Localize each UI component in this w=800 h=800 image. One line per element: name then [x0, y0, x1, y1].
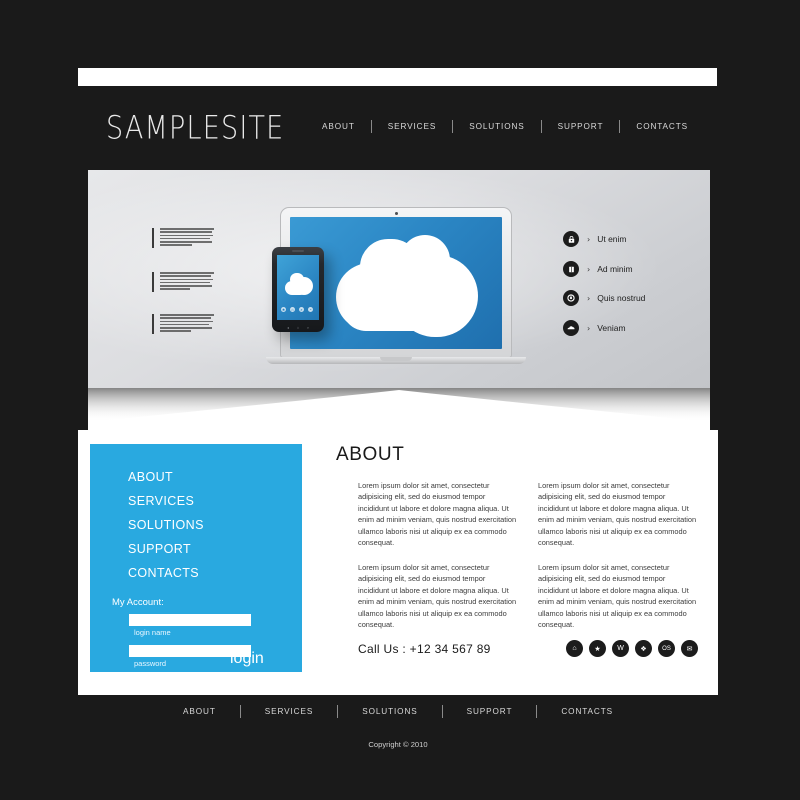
sidebar-item-about[interactable]: ABOUT	[128, 470, 204, 484]
chevron-right-icon: ›	[587, 323, 591, 333]
login-button[interactable]: login	[230, 650, 264, 668]
chevron-right-icon: ›	[587, 234, 591, 244]
site-header: SAMPLESITE ABOUT SERVICES SOLUTIONS SUPP…	[78, 100, 718, 162]
call-us-row: Call Us : +12 34 567 89 ⌂ ★ W ❖ OS ✉	[358, 640, 698, 657]
social-icon-list: ⌂ ★ W ❖ OS ✉	[566, 640, 698, 657]
phone-app-search-icon: ⌕	[299, 307, 304, 312]
login-name-input[interactable]	[129, 614, 251, 626]
hero-note-block	[152, 314, 214, 334]
phone-app-star-icon: ★	[281, 307, 286, 312]
hero-feature-label: Ut enim	[597, 234, 627, 244]
call-us-text: Call Us : +12 34 567 89	[358, 641, 491, 656]
sidebar-item-contacts[interactable]: CONTACTS	[128, 566, 204, 580]
hero-feature-row[interactable]: › Ad minim	[563, 261, 633, 277]
phone-app-clock-icon: ◔	[308, 307, 313, 312]
login-name-hint-label: login name	[134, 628, 171, 637]
chevron-right-icon: ›	[587, 293, 591, 303]
site-logo[interactable]: SAMPLESITE	[106, 110, 284, 147]
header-navigation: ABOUT SERVICES SOLUTIONS SUPPORT CONTACT…	[306, 120, 704, 133]
footer-nav-item-solutions[interactable]: SOLUTIONS	[338, 707, 441, 716]
hero-feature-label: Ad minim	[597, 264, 633, 274]
sidebar: ABOUT SERVICES SOLUTIONS SUPPORT CONTACT…	[90, 444, 302, 672]
header-nav-item-about[interactable]: ABOUT	[306, 122, 371, 131]
footer-navigation: ABOUT SERVICES SOLUTIONS SUPPORT CONTACT…	[78, 705, 718, 718]
hero-drop-shadow	[88, 388, 710, 430]
about-paragraph: Lorem ipsum dolor sit amet, consectetur …	[538, 562, 697, 630]
chevron-right-icon: ›	[587, 264, 591, 274]
about-paragraph: Lorem ipsum dolor sit amet, consectetur …	[358, 481, 517, 548]
phone-home-button-icon: ⌂	[296, 324, 300, 330]
hero-note-block	[152, 228, 214, 248]
os-icon[interactable]: OS	[658, 640, 675, 657]
sidebar-navigation: ABOUT SERVICES SOLUTIONS SUPPORT CONTACT…	[128, 470, 204, 590]
clock-icon	[563, 290, 579, 306]
phone-menu-button-icon: ⌕	[306, 324, 310, 330]
hero-feature-row[interactable]: › Veniam	[563, 320, 626, 336]
content-area: ABOUT SERVICES SOLUTIONS SUPPORT CONTACT…	[78, 430, 718, 695]
header-nav-item-contacts[interactable]: CONTACTS	[620, 122, 704, 131]
sidebar-item-services[interactable]: SERVICES	[128, 494, 204, 508]
phone-back-button-icon: ◂	[286, 324, 289, 330]
header-nav-item-support[interactable]: SUPPORT	[542, 122, 620, 131]
laptop-camera-icon	[394, 212, 398, 215]
page-root: SAMPLESITE ABOUT SERVICES SOLUTIONS SUPP…	[0, 0, 800, 800]
about-paragraph: Lorem ipsum dolor sit amet, consectetur …	[538, 481, 697, 548]
footer-nav-item-services[interactable]: SERVICES	[241, 707, 337, 716]
phone-app-home-icon: ⌂	[290, 307, 295, 312]
header-nav-item-solutions[interactable]: SOLUTIONS	[453, 122, 540, 131]
phone-screen: ★ ⌂ ⌕ ◔	[277, 255, 319, 320]
header-nav-item-services[interactable]: SERVICES	[372, 122, 452, 131]
sidebar-item-solutions[interactable]: SOLUTIONS	[128, 518, 204, 532]
site-footer: ABOUT SERVICES SOLUTIONS SUPPORT CONTACT…	[78, 705, 718, 749]
footer-nav-item-about[interactable]: ABOUT	[159, 707, 240, 716]
lock-icon	[563, 231, 579, 247]
star-icon[interactable]: ★	[589, 640, 606, 657]
cloud-icon	[563, 320, 579, 336]
hero-feature-row[interactable]: › Ut enim	[563, 231, 627, 247]
compass-icon[interactable]: ❖	[635, 640, 652, 657]
book-icon	[563, 261, 579, 277]
phone-speaker-icon	[292, 250, 304, 252]
copyright-text: Copyright © 2010	[368, 740, 428, 749]
home-flame-icon[interactable]: ⌂	[566, 640, 583, 657]
about-text-columns: Lorem ipsum dolor sit amet, consectetur …	[336, 480, 698, 631]
password-hint-label: password	[134, 659, 167, 668]
page-title: ABOUT	[336, 444, 405, 465]
about-paragraph: Lorem ipsum dolor sit amet, consectetur …	[358, 562, 517, 630]
envelope-icon[interactable]: ✉	[681, 640, 698, 657]
my-account-label: My Account:	[112, 597, 164, 608]
footer-nav-item-contacts[interactable]: CONTACTS	[537, 707, 637, 716]
sidebar-item-support[interactable]: SUPPORT	[128, 542, 204, 556]
hero-feature-row[interactable]: › Quis nostrud	[563, 290, 645, 306]
hero-note-block	[152, 272, 214, 292]
hero-feature-label: Veniam	[597, 323, 626, 333]
footer-nav-item-support[interactable]: SUPPORT	[443, 707, 537, 716]
main-column: ABOUT Lorem ipsum dolor sit amet, consec…	[336, 444, 698, 657]
wordpress-icon[interactable]: W	[612, 640, 629, 657]
hero-feature-label: Quis nostrud	[597, 293, 646, 303]
top-white-strip	[78, 68, 717, 86]
laptop-notch	[380, 357, 412, 361]
smartphone-illustration: ★ ⌂ ⌕ ◔ ◂ ⌂ ⌕	[272, 247, 324, 332]
